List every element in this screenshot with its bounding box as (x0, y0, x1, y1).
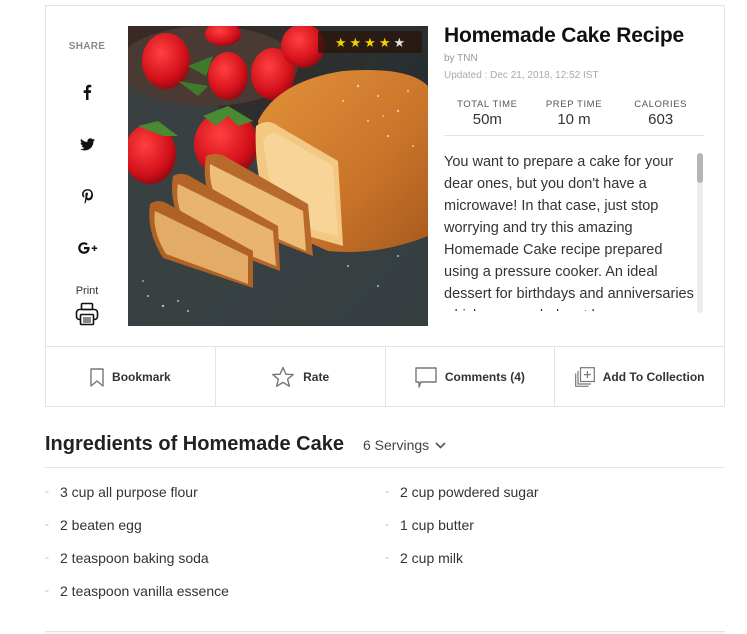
add-to-collection-label: Add To Collection (602, 370, 705, 384)
stat-label: TOTAL TIME (457, 99, 518, 110)
recipe-description: You want to prepare a cake for your dear… (444, 154, 694, 311)
ingredient-text: 2 cup powdered sugar (400, 484, 539, 500)
star-filled-icon: ★ (349, 34, 362, 50)
star-filled-icon: ★ (364, 34, 376, 50)
stat-value: 50m (472, 111, 502, 128)
ingredient-item: -1 cup butter (385, 517, 705, 550)
add-collection-icon (574, 367, 595, 387)
description-scroll-area[interactable]: You want to prepare a cake for your dear… (444, 151, 704, 311)
list-dash: - (385, 550, 389, 564)
comments-button[interactable]: Comments (4) (386, 347, 556, 407)
comments-label: Comments (4) (444, 370, 525, 384)
bookmark-label: Bookmark (112, 370, 171, 384)
list-dash: - (45, 484, 49, 498)
recipe-card: SHARE Print ★ ★ ★ ★ ★ Homemade Cake Reci… (45, 5, 725, 407)
star-filled-icon: ★ (378, 34, 391, 50)
ingredient-text: 2 teaspoon vanilla essence (60, 583, 229, 599)
twitter-icon (79, 137, 95, 150)
recipe-stats: TOTAL TIME 50m PREP TIME 10 m CALORIES 6… (444, 99, 704, 136)
list-dash: - (45, 583, 49, 597)
ingredient-text: 2 teaspoon baking soda (60, 550, 209, 566)
star-outline-icon (272, 366, 295, 387)
pinterest-icon (81, 188, 93, 204)
ingredient-item: -2 teaspoon baking soda (45, 550, 365, 583)
share-sidebar: SHARE Print (46, 6, 128, 346)
star-empty-icon: ★ (393, 34, 406, 50)
description-scrollbar[interactable] (697, 153, 703, 313)
action-bar: Bookmark Rate Comments (4) Add To Collec… (46, 346, 724, 407)
star-rating: ★ ★ ★ ★ ★ (318, 31, 422, 53)
ingredient-text: 1 cup butter (400, 517, 474, 533)
recipe-title: Homemade Cake Recipe (444, 24, 684, 47)
ingredients-column-right: -2 cup powdered sugar -1 cup butter -2 c… (385, 484, 705, 583)
facebook-share-button[interactable] (77, 82, 97, 102)
bookmark-icon (90, 367, 104, 387)
ingredients-title: Ingredients of Homemade Cake (45, 433, 344, 455)
bookmark-button[interactable]: Bookmark (46, 347, 216, 407)
pinterest-share-button[interactable] (77, 186, 97, 206)
ingredient-item: -2 beaten egg (45, 517, 365, 550)
stat-label: PREP TIME (545, 99, 603, 110)
list-dash: - (45, 550, 49, 564)
add-to-collection-button[interactable]: Add To Collection (555, 347, 724, 407)
ingredient-text: 3 cup all purpose flour (60, 484, 198, 500)
comment-icon (415, 366, 437, 388)
recipe-image: ★ ★ ★ ★ ★ (128, 26, 428, 326)
stat-calories: CALORIES 603 (617, 99, 704, 135)
ingredient-item: -3 cup all purpose flour (45, 484, 365, 517)
facebook-icon (83, 84, 92, 100)
ingredients-header: Ingredients of Homemade Cake 6 Servings (45, 430, 725, 468)
list-dash: - (385, 517, 389, 531)
stat-value: 603 (648, 111, 674, 128)
print-button[interactable] (75, 302, 99, 326)
ingredient-item: -2 teaspoon vanilla essence (45, 583, 365, 616)
stat-label: CALORIES (634, 99, 688, 110)
chevron-down-icon (435, 441, 446, 449)
ingredient-item: -2 cup powdered sugar (385, 484, 705, 517)
cake-photo (128, 26, 428, 326)
recipe-updated: Updated : Dec 21, 2018, 12:52 IST (444, 70, 599, 81)
ingredients-column-left: -3 cup all purpose flour -2 beaten egg -… (45, 484, 365, 616)
scrollbar-thumb[interactable] (697, 153, 703, 183)
ingredient-text: 2 beaten egg (60, 517, 142, 533)
servings-value: 6 Servings (363, 437, 430, 453)
google-plus-icon (78, 242, 98, 254)
stat-total-time: TOTAL TIME 50m (444, 99, 531, 135)
printer-icon (75, 302, 99, 326)
rate-label: Rate (303, 370, 330, 384)
recipe-byline: by TNN (444, 53, 478, 64)
stat-value: 10 m (557, 111, 591, 128)
rate-button[interactable]: Rate (216, 347, 386, 407)
stat-prep-time: PREP TIME 10 m (531, 99, 618, 135)
star-filled-icon: ★ (334, 34, 347, 50)
print-label: Print (75, 285, 99, 297)
ingredient-text: 2 cup milk (400, 550, 464, 566)
list-dash: - (45, 517, 49, 531)
servings-dropdown[interactable]: 6 Servings (363, 437, 446, 453)
ingredient-item: -2 cup milk (385, 550, 705, 583)
list-dash: - (385, 484, 389, 498)
twitter-share-button[interactable] (77, 134, 97, 154)
share-label: SHARE (68, 41, 106, 52)
recipe-info: Homemade Cake Recipe by TNN Updated : De… (444, 24, 706, 81)
google-plus-share-button[interactable] (77, 238, 99, 258)
